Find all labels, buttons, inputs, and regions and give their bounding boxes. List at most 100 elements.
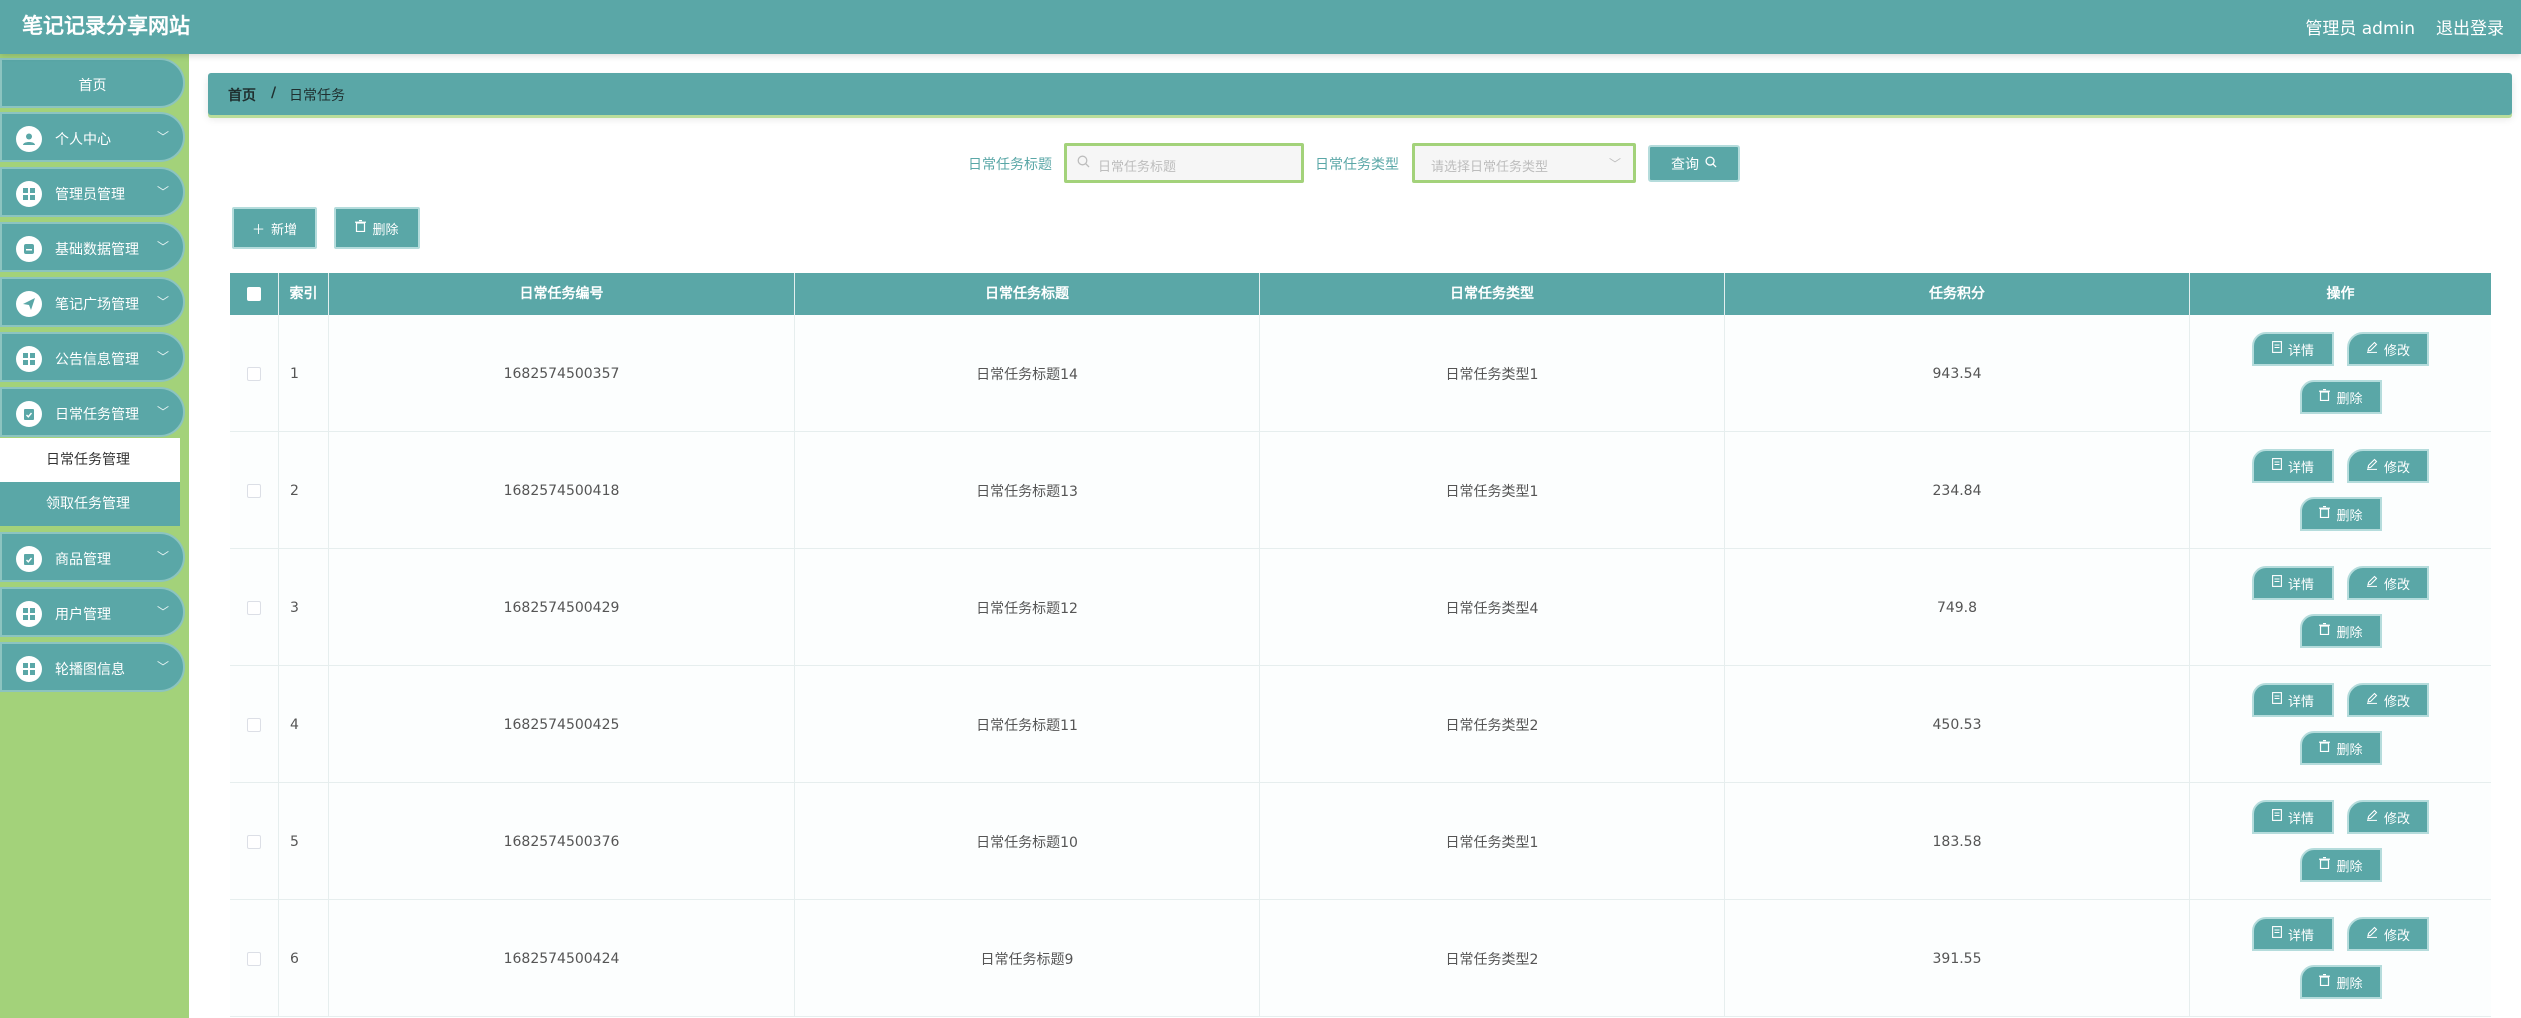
row-actions-cell: 详情 修改 删除 — [2190, 783, 2491, 900]
delete-button[interactable]: 删除 — [2300, 848, 2382, 882]
delete-button[interactable]: 删除 — [2300, 497, 2382, 531]
sidebar-item-label: 公告信息管理 — [55, 352, 139, 368]
chevron-down-icon: ﹀ — [156, 350, 169, 364]
logout-link[interactable]: 退出登录 — [2436, 14, 2504, 39]
delete-button-label: 删除 — [2336, 859, 2363, 875]
table-row: 2 1682574500418 日常任务标题13 日常任务类型1 234.84 … — [230, 432, 2491, 549]
sidebar-subitem-daily-task-management[interactable]: 日常任务管理 — [0, 438, 180, 482]
trash-icon — [2319, 389, 2331, 405]
row-index: 5 — [279, 783, 329, 900]
trash-icon — [355, 220, 367, 236]
detail-button[interactable]: 详情 — [2252, 683, 2334, 717]
search-type-select[interactable]: 请选择日常任务类型 ﹀ — [1412, 143, 1636, 183]
row-checkbox[interactable] — [247, 834, 261, 849]
edit-button-label: 修改 — [2383, 811, 2410, 827]
chevron-down-icon: ﹀ — [1608, 157, 1621, 171]
batch-delete-button[interactable]: 删除 — [334, 207, 420, 249]
sidebar-item-label: 日常任务管理 — [55, 407, 139, 423]
chevron-down-icon: ﹀ — [156, 240, 169, 254]
person-icon — [16, 126, 42, 152]
sidebar-item-note-square[interactable]: 笔记广场管理 ﹀ — [0, 277, 185, 327]
task-icon — [16, 401, 42, 427]
delete-button-label: 删除 — [2336, 391, 2363, 407]
row-task-points: 183.58 — [1725, 783, 2190, 900]
column-header-index: 索引 — [279, 273, 329, 315]
search-type-placeholder: 请选择日常任务类型 — [1431, 160, 1549, 175]
row-task-code: 1682574500424 — [329, 900, 795, 1017]
row-task-points: 234.84 — [1725, 432, 2190, 549]
sidebar-item-label: 轮播图信息 — [55, 662, 125, 678]
sidebar-subitem-claim-task-management[interactable]: 领取任务管理 — [0, 482, 180, 526]
sidebar-item-announcements[interactable]: 公告信息管理 ﹀ — [0, 332, 185, 382]
edit-button[interactable]: 修改 — [2347, 683, 2429, 717]
edit-button[interactable]: 修改 — [2347, 566, 2429, 600]
add-button-label: 新增 — [271, 222, 298, 238]
breadcrumb: 首页 / 日常任务 — [208, 73, 2512, 115]
sidebar-item-home[interactable]: 首页 — [0, 58, 185, 108]
breadcrumb-home[interactable]: 首页 — [228, 85, 256, 105]
row-checkbox[interactable] — [247, 717, 261, 732]
detail-button-label: 详情 — [2287, 577, 2314, 593]
row-task-title: 日常任务标题9 — [795, 900, 1260, 1017]
search-title-input[interactable]: 日常任务标题 — [1064, 143, 1304, 183]
sidebar-item-users[interactable]: 用户管理 ﹀ — [0, 587, 185, 637]
edit-icon — [2366, 458, 2378, 474]
search-title-label: 日常任务标题 — [968, 157, 1052, 173]
row-task-title: 日常任务标题10 — [795, 783, 1260, 900]
detail-button[interactable]: 详情 — [2252, 332, 2334, 366]
table-row: 5 1682574500376 日常任务标题10 日常任务类型1 183.58 … — [230, 783, 2491, 900]
sidebar-item-admin-management[interactable]: 管理员管理 ﹀ — [0, 167, 185, 217]
edit-button[interactable]: 修改 — [2347, 332, 2429, 366]
batch-delete-label: 删除 — [372, 222, 399, 238]
sidebar-item-daily-tasks[interactable]: 日常任务管理 ﹀ — [0, 387, 185, 437]
top-header: 笔记记录分享网站 管理员 admin 退出登录 — [0, 0, 2521, 54]
edit-icon — [2366, 809, 2378, 825]
detail-button[interactable]: 详情 — [2252, 449, 2334, 483]
add-button[interactable]: ＋ 新增 — [232, 207, 317, 249]
row-task-type: 日常任务类型2 — [1260, 666, 1725, 783]
edit-button[interactable]: 修改 — [2347, 449, 2429, 483]
table-row: 4 1682574500425 日常任务标题11 日常任务类型2 450.53 … — [230, 666, 2491, 783]
sidebar-item-label: 用户管理 — [55, 607, 111, 623]
sidebar-item-products[interactable]: 商品管理 ﹀ — [0, 532, 185, 582]
row-checkbox[interactable] — [247, 366, 261, 381]
row-index: 1 — [279, 315, 329, 432]
detail-button[interactable]: 详情 — [2252, 800, 2334, 834]
sidebar-item-label: 首页 — [78, 78, 107, 94]
edit-button[interactable]: 修改 — [2347, 800, 2429, 834]
row-select-cell — [230, 315, 279, 432]
detail-button[interactable]: 详情 — [2252, 917, 2334, 951]
sidebar-item-basic-data[interactable]: 基础数据管理 ﹀ — [0, 222, 185, 272]
detail-button[interactable]: 详情 — [2252, 566, 2334, 600]
grid-icon — [16, 181, 42, 207]
row-task-type: 日常任务类型1 — [1260, 783, 1725, 900]
detail-button-label: 详情 — [2287, 694, 2314, 710]
delete-button[interactable]: 删除 — [2300, 614, 2382, 648]
row-select-cell — [230, 783, 279, 900]
select-all-checkbox[interactable] — [247, 287, 261, 301]
row-checkbox[interactable] — [247, 951, 261, 966]
sidebar-item-carousel[interactable]: 轮播图信息 ﹀ — [0, 642, 185, 692]
delete-button[interactable]: 删除 — [2300, 731, 2382, 765]
row-index: 4 — [279, 666, 329, 783]
delete-button[interactable]: 删除 — [2300, 965, 2382, 999]
row-checkbox[interactable] — [247, 600, 261, 615]
grid-icon — [16, 656, 42, 682]
detail-button-label: 详情 — [2287, 928, 2314, 944]
detail-button-label: 详情 — [2287, 460, 2314, 476]
site-title: 笔记记录分享网站 — [22, 14, 190, 38]
row-actions-cell: 详情 修改 删除 — [2190, 900, 2491, 1017]
sidebar-item-personal-center[interactable]: 个人中心 ﹀ — [0, 112, 185, 162]
row-task-title: 日常任务标题12 — [795, 549, 1260, 666]
delete-button[interactable]: 删除 — [2300, 380, 2382, 414]
edit-button-label: 修改 — [2383, 343, 2410, 359]
row-task-title: 日常任务标题13 — [795, 432, 1260, 549]
row-task-code: 1682574500376 — [329, 783, 795, 900]
row-task-type: 日常任务类型4 — [1260, 549, 1725, 666]
query-button[interactable]: 查询 — [1648, 145, 1740, 182]
breadcrumb-separator: / — [271, 85, 277, 101]
edit-button[interactable]: 修改 — [2347, 917, 2429, 951]
row-checkbox[interactable] — [247, 483, 261, 498]
delete-button-label: 删除 — [2336, 625, 2363, 641]
row-task-type: 日常任务类型1 — [1260, 315, 1725, 432]
